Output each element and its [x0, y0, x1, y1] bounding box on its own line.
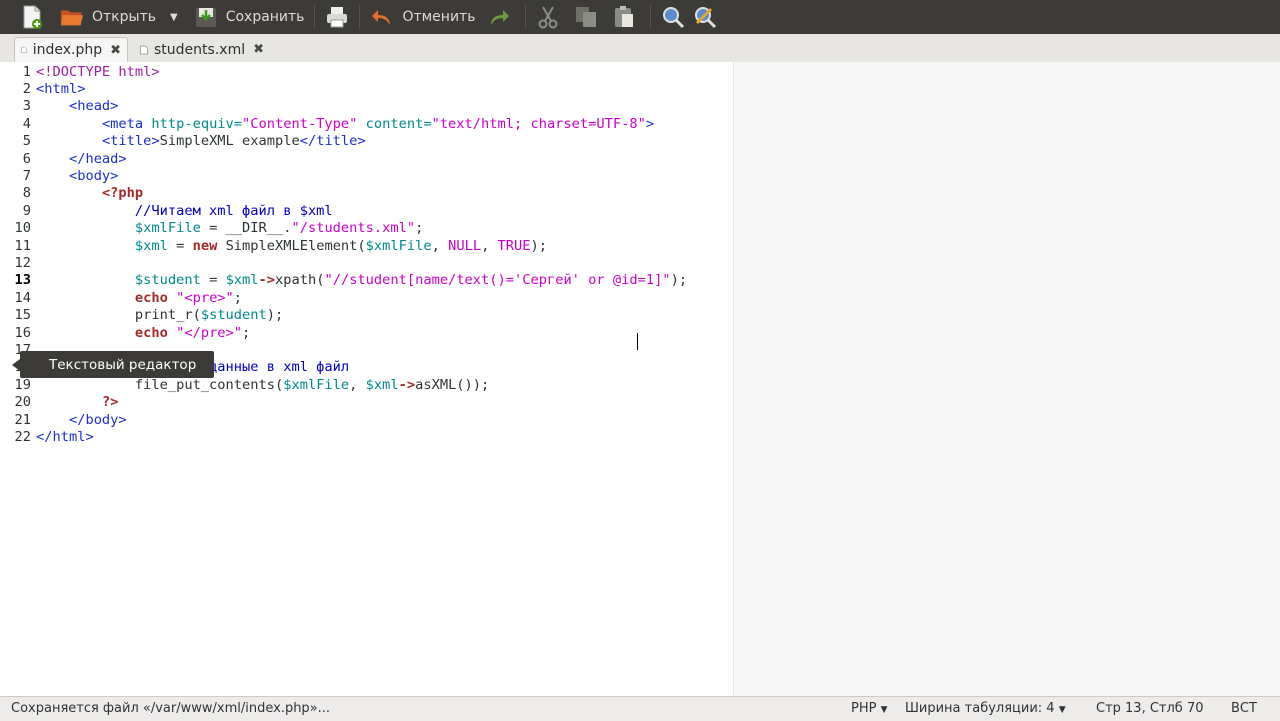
tab-index-php[interactable]: index.php ✖ — [14, 37, 128, 62]
new-document-icon — [20, 5, 44, 29]
tab-bar: index.php ✖ students.xml ✖ — [0, 34, 1280, 63]
line-number: 11 — [14, 237, 31, 254]
line-number: 4 — [22, 115, 31, 132]
insert-mode: ВСТ — [1231, 701, 1257, 716]
line-number: 5 — [22, 133, 31, 150]
line-number: 19 — [14, 376, 31, 393]
replace-button[interactable] — [689, 2, 721, 32]
document-icon — [140, 45, 148, 54]
copy-button[interactable] — [570, 2, 602, 32]
code-text: print_r($student); — [134, 307, 284, 324]
code-text: <html> — [36, 80, 86, 97]
close-icon[interactable]: ✖ — [110, 43, 121, 58]
code-text: $student = $xml->xpath("//student[name/t… — [134, 272, 688, 289]
toolbar-separator — [525, 5, 527, 29]
line-number: 7 — [22, 167, 31, 184]
printer-icon — [325, 5, 349, 29]
undo-button[interactable]: Отменить — [366, 2, 479, 32]
line-number: 22 — [14, 428, 31, 445]
search-button[interactable] — [657, 2, 689, 32]
line-number: 9 — [22, 202, 31, 219]
save-button[interactable]: Сохранить — [190, 2, 309, 32]
code-text: <head> — [68, 98, 119, 115]
code-text: echo "</pre>"; — [134, 324, 251, 341]
status-bar: Сохраняется файл «/var/www/xml/index.php… — [0, 696, 1280, 721]
code-text: <title>SimpleXML example</title> — [101, 133, 366, 150]
line-number: 13 — [14, 272, 31, 289]
copy-icon — [574, 5, 598, 29]
tab-label: index.php — [32, 42, 103, 58]
tab-width-label: Ширина табуляции: 4 — [905, 701, 1055, 716]
code-editor[interactable]: 1 <!DOCTYPE html> 2 <html> 3 <head> 4 <meta h… — [0, 62, 1280, 696]
code-text: </body> — [68, 411, 127, 428]
code-text: <!DOCTYPE html> — [36, 63, 160, 80]
print-button[interactable] — [321, 2, 353, 32]
code-text: </html> — [36, 428, 94, 445]
toolbar-separator — [359, 5, 361, 29]
search-icon — [661, 5, 685, 29]
toolbar-separator — [314, 5, 316, 29]
undo-icon — [370, 5, 394, 29]
dropdown-arrow-icon: ▼ — [169, 11, 178, 23]
status-message: Сохраняется файл «/var/www/xml/index.php… — [11, 701, 331, 716]
cut-button[interactable] — [532, 2, 564, 32]
line-number: 10 — [14, 220, 31, 237]
undo-label: Отменить — [402, 9, 476, 25]
code-text: <meta http-equiv="Content-Type" content=… — [101, 115, 655, 132]
text-cursor — [637, 333, 638, 350]
line-number: 14 — [14, 289, 31, 306]
document-icon — [21, 46, 27, 54]
code-text: $xmlFile = __DIR__."/students.xml"; — [134, 220, 424, 237]
line-number: 15 — [14, 307, 31, 324]
code-text: file_put_contents($xmlFile, $xml->asXML(… — [134, 376, 490, 393]
tab-label: students.xml — [154, 41, 246, 58]
cursor-position: Стр 13, Стлб 70 — [1096, 701, 1204, 716]
dropdown-arrow-icon: ▼ — [880, 705, 888, 715]
new-file-button[interactable] — [16, 2, 48, 32]
line-number: 6 — [22, 150, 31, 167]
language-label: PHP — [851, 701, 877, 716]
tab-students-xml[interactable]: students.xml ✖ — [134, 37, 270, 62]
language-selector[interactable]: PHP ▼ — [851, 701, 888, 716]
code-text: echo "<pre>"; — [134, 289, 243, 306]
code-text: </head> — [68, 150, 127, 167]
open-label: Открыть — [92, 9, 156, 25]
scissors-icon — [536, 5, 560, 29]
folder-open-icon — [60, 5, 84, 29]
line-number: 3 — [22, 98, 31, 115]
line-number: 8 — [22, 185, 31, 202]
open-dropdown-button[interactable]: ▼ — [166, 2, 182, 32]
code-text: $xml = new SimpleXMLElement($xmlFile, NU… — [134, 237, 547, 254]
save-icon — [194, 5, 218, 29]
code-text: <body> — [68, 167, 119, 184]
open-button[interactable]: Открыть — [56, 2, 160, 32]
line-number: 1 — [22, 63, 31, 80]
clipboard-icon — [612, 5, 636, 29]
tab-width-selector[interactable]: Ширина табуляции: 4 ▼ — [905, 701, 1066, 716]
redo-icon — [487, 5, 511, 29]
line-number: 21 — [14, 411, 31, 428]
tooltip: Текстовый редактор — [12, 351, 214, 378]
line-number: 12 — [14, 254, 31, 271]
toolbar: Открыть ▼ Сохранить Отменить — [0, 0, 1280, 34]
line-number: 16 — [14, 324, 31, 341]
code-text: //Читаем xml файл в $xml — [134, 202, 333, 219]
paste-button[interactable] — [608, 2, 640, 32]
line-number: 20 — [14, 394, 31, 411]
search-replace-icon — [693, 5, 717, 29]
redo-button[interactable] — [483, 2, 515, 32]
code-text: ?> — [101, 394, 119, 411]
line-number: 2 — [22, 80, 31, 97]
right-margin — [733, 62, 1280, 696]
tooltip-text: Текстовый редактор — [49, 356, 197, 373]
dropdown-arrow-icon: ▼ — [1058, 705, 1066, 715]
close-icon[interactable]: ✖ — [253, 42, 264, 57]
save-label: Сохранить — [225, 9, 305, 25]
toolbar-separator — [650, 5, 652, 29]
code-text: <?php — [101, 185, 144, 202]
